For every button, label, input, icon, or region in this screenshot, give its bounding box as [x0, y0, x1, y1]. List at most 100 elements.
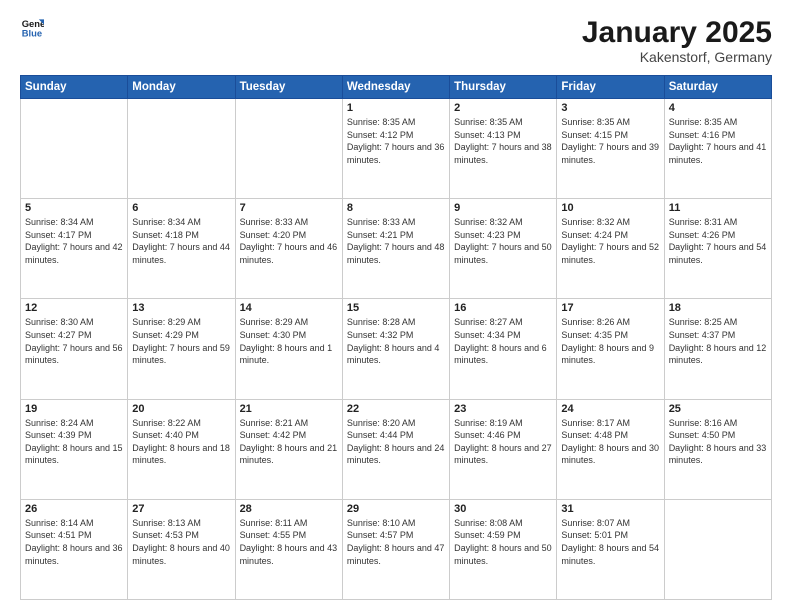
table-row: 16 Sunrise: 8:27 AM Sunset: 4:34 PM Dayli…: [450, 299, 557, 399]
day-number: 25: [669, 403, 767, 415]
day-number: 5: [25, 202, 123, 214]
day-number: 24: [561, 403, 659, 415]
table-row: 5Sunrise: 8:34 AM Sunset: 4:17 PM Daylig…: [21, 199, 128, 299]
table-row: 7 Sunrise: 8:33 AM Sunset: 4:20 PM Daylig…: [235, 199, 342, 299]
day-number: 7: [240, 202, 338, 214]
day-number: 19: [25, 403, 123, 415]
day-info: Sunrise: 8:34 AM Sunset: 4:18 PM Dayligh…: [132, 216, 230, 266]
day-number: 26: [25, 503, 123, 515]
col-sunday: Sunday: [21, 76, 128, 99]
day-number: 1: [347, 102, 445, 114]
table-row: [664, 499, 771, 599]
day-info: Sunrise: 8:35 AM Sunset: 4:15 PM Dayligh…: [561, 116, 659, 166]
table-row: [128, 99, 235, 199]
table-row: 17Sunrise: 8:26 AM Sunset: 4:35 PM Dayli…: [557, 299, 664, 399]
day-number: 29: [347, 503, 445, 515]
day-number: 31: [561, 503, 659, 515]
day-number: 6: [132, 202, 230, 214]
day-number: 3: [561, 102, 659, 114]
day-info: Sunrise: 8:29 AM Sunset: 4:29 PM Dayligh…: [132, 316, 230, 366]
table-row: 27Sunrise: 8:13 AM Sunset: 4:53 PM Dayli…: [128, 499, 235, 599]
day-info: Sunrise: 8:25 AM Sunset: 4:37 PM Dayligh…: [669, 316, 767, 366]
col-monday: Monday: [128, 76, 235, 99]
day-info: Sunrise: 8:35 AM Sunset: 4:12 PM Dayligh…: [347, 116, 445, 166]
day-info: Sunrise: 8:27 AM Sunset: 4:34 PM Dayligh…: [454, 316, 552, 366]
calendar-week-row: 1 Sunrise: 8:35 AM Sunset: 4:12 PM Daylig…: [21, 99, 772, 199]
table-row: [21, 99, 128, 199]
col-friday: Friday: [557, 76, 664, 99]
table-row: 25Sunrise: 8:16 AM Sunset: 4:50 PM Dayli…: [664, 399, 771, 499]
page: General Blue January 2025 Kakenstorf, Ge…: [0, 0, 792, 612]
day-number: 10: [561, 202, 659, 214]
calendar-header-row: Sunday Monday Tuesday Wednesday Thursday…: [21, 76, 772, 99]
day-number: 12: [25, 302, 123, 314]
day-info: Sunrise: 8:14 AM Sunset: 4:51 PM Dayligh…: [25, 517, 123, 567]
calendar-week-row: 12 Sunrise: 8:30 AM Sunset: 4:27 PM Dayli…: [21, 299, 772, 399]
table-row: 12 Sunrise: 8:30 AM Sunset: 4:27 PM Dayli…: [21, 299, 128, 399]
title-block: January 2025 Kakenstorf, Germany: [582, 16, 772, 65]
table-row: 23Sunrise: 8:19 AM Sunset: 4:46 PM Dayli…: [450, 399, 557, 499]
day-number: 20: [132, 403, 230, 415]
logo-icon: General Blue: [20, 16, 44, 40]
day-number: 2: [454, 102, 552, 114]
day-number: 21: [240, 403, 338, 415]
day-info: Sunrise: 8:32 AM Sunset: 4:24 PM Dayligh…: [561, 216, 659, 266]
calendar-week-row: 19 Sunrise: 8:24 AM Sunset: 4:39 PM Dayli…: [21, 399, 772, 499]
day-info: Sunrise: 8:21 AM Sunset: 4:42 PM Dayligh…: [240, 417, 338, 467]
day-info: Sunrise: 8:13 AM Sunset: 4:53 PM Dayligh…: [132, 517, 230, 567]
calendar-table: Sunday Monday Tuesday Wednesday Thursday…: [20, 75, 772, 600]
day-info: Sunrise: 8:24 AM Sunset: 4:39 PM Dayligh…: [25, 417, 123, 467]
day-info: Sunrise: 8:20 AM Sunset: 4:44 PM Dayligh…: [347, 417, 445, 467]
table-row: 30Sunrise: 8:08 AM Sunset: 4:59 PM Dayli…: [450, 499, 557, 599]
day-number: 14: [240, 302, 338, 314]
month-title: January 2025: [582, 16, 772, 49]
day-info: Sunrise: 8:08 AM Sunset: 4:59 PM Dayligh…: [454, 517, 552, 567]
table-row: 28 Sunrise: 8:11 AM Sunset: 4:55 PM Dayli…: [235, 499, 342, 599]
table-row: 24 Sunrise: 8:17 AM Sunset: 4:48 PM Dayli…: [557, 399, 664, 499]
day-info: Sunrise: 8:30 AM Sunset: 4:27 PM Dayligh…: [25, 316, 123, 366]
table-row: 1 Sunrise: 8:35 AM Sunset: 4:12 PM Daylig…: [342, 99, 449, 199]
day-number: 11: [669, 202, 767, 214]
calendar-week-row: 26 Sunrise: 8:14 AM Sunset: 4:51 PM Dayli…: [21, 499, 772, 599]
day-info: Sunrise: 8:17 AM Sunset: 4:48 PM Dayligh…: [561, 417, 659, 467]
day-info: Sunrise: 8:11 AM Sunset: 4:55 PM Dayligh…: [240, 517, 338, 567]
table-row: 13Sunrise: 8:29 AM Sunset: 4:29 PM Dayli…: [128, 299, 235, 399]
calendar-week-row: 5Sunrise: 8:34 AM Sunset: 4:17 PM Daylig…: [21, 199, 772, 299]
table-row: 3 Sunrise: 8:35 AM Sunset: 4:15 PM Daylig…: [557, 99, 664, 199]
day-number: 18: [669, 302, 767, 314]
table-row: 9 Sunrise: 8:32 AM Sunset: 4:23 PM Daylig…: [450, 199, 557, 299]
day-info: Sunrise: 8:32 AM Sunset: 4:23 PM Dayligh…: [454, 216, 552, 266]
day-info: Sunrise: 8:10 AM Sunset: 4:57 PM Dayligh…: [347, 517, 445, 567]
table-row: 2 Sunrise: 8:35 AM Sunset: 4:13 PM Daylig…: [450, 99, 557, 199]
day-info: Sunrise: 8:33 AM Sunset: 4:20 PM Dayligh…: [240, 216, 338, 266]
table-row: 11 Sunrise: 8:31 AM Sunset: 4:26 PM Dayli…: [664, 199, 771, 299]
table-row: 26 Sunrise: 8:14 AM Sunset: 4:51 PM Dayli…: [21, 499, 128, 599]
table-row: 22 Sunrise: 8:20 AM Sunset: 4:44 PM Dayli…: [342, 399, 449, 499]
day-number: 17: [561, 302, 659, 314]
col-tuesday: Tuesday: [235, 76, 342, 99]
day-number: 16: [454, 302, 552, 314]
table-row: [235, 99, 342, 199]
day-info: Sunrise: 8:07 AM Sunset: 5:01 PM Dayligh…: [561, 517, 659, 567]
table-row: 15 Sunrise: 8:28 AM Sunset: 4:32 PM Dayli…: [342, 299, 449, 399]
location: Kakenstorf, Germany: [582, 49, 772, 65]
day-info: Sunrise: 8:35 AM Sunset: 4:13 PM Dayligh…: [454, 116, 552, 166]
day-number: 15: [347, 302, 445, 314]
day-info: Sunrise: 8:29 AM Sunset: 4:30 PM Dayligh…: [240, 316, 338, 366]
day-number: 22: [347, 403, 445, 415]
table-row: 10 Sunrise: 8:32 AM Sunset: 4:24 PM Dayli…: [557, 199, 664, 299]
day-info: Sunrise: 8:33 AM Sunset: 4:21 PM Dayligh…: [347, 216, 445, 266]
day-number: 8: [347, 202, 445, 214]
table-row: 6 Sunrise: 8:34 AM Sunset: 4:18 PM Daylig…: [128, 199, 235, 299]
table-row: 4 Sunrise: 8:35 AM Sunset: 4:16 PM Daylig…: [664, 99, 771, 199]
col-wednesday: Wednesday: [342, 76, 449, 99]
day-info: Sunrise: 8:31 AM Sunset: 4:26 PM Dayligh…: [669, 216, 767, 266]
table-row: 29 Sunrise: 8:10 AM Sunset: 4:57 PM Dayli…: [342, 499, 449, 599]
day-number: 28: [240, 503, 338, 515]
day-info: Sunrise: 8:28 AM Sunset: 4:32 PM Dayligh…: [347, 316, 445, 366]
day-number: 4: [669, 102, 767, 114]
table-row: 18 Sunrise: 8:25 AM Sunset: 4:37 PM Dayli…: [664, 299, 771, 399]
table-row: 14 Sunrise: 8:29 AM Sunset: 4:30 PM Dayli…: [235, 299, 342, 399]
day-number: 9: [454, 202, 552, 214]
day-info: Sunrise: 8:35 AM Sunset: 4:16 PM Dayligh…: [669, 116, 767, 166]
